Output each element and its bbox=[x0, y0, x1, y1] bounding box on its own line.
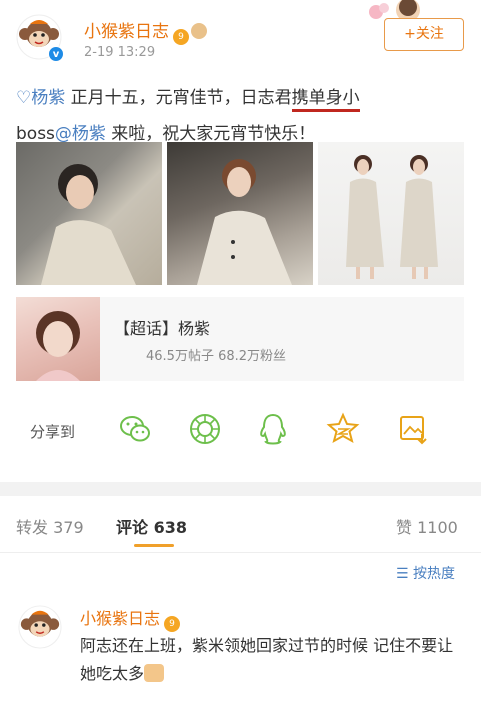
topic-thumbnail bbox=[16, 297, 100, 381]
weibo-post: v 小猴紫日志 9 2-19 13:29 +关注 ♡杨紫 正月十五，元宵佳节，日志… bbox=[0, 0, 481, 482]
tab-divider bbox=[0, 552, 481, 553]
post-timestamp: 2-19 13:29 bbox=[84, 45, 156, 60]
comment-username[interactable]: 小猴紫日志 9 bbox=[80, 605, 181, 632]
follow-button[interactable]: +关注 bbox=[384, 18, 464, 51]
moments-icon[interactable] bbox=[188, 412, 222, 446]
verified-badge-icon: v bbox=[48, 46, 64, 62]
vip-badge-icon: 9 bbox=[164, 616, 181, 632]
sort-icon: ☰ bbox=[396, 566, 409, 582]
post-photo[interactable] bbox=[16, 142, 162, 285]
topic-stats: 46.5万帖子 68.2万粉丝 bbox=[146, 349, 287, 364]
share-label: 分享到 bbox=[30, 423, 76, 441]
post-username[interactable]: 小猴紫日志 9 bbox=[84, 17, 207, 45]
fan-badge-icon bbox=[191, 23, 207, 39]
mention-link[interactable]: ♡杨紫 bbox=[16, 88, 65, 108]
save-image-icon[interactable] bbox=[396, 412, 430, 446]
super-topic-card[interactable]: 【超话】杨紫 46.5万帖子 68.2万粉丝 bbox=[16, 297, 464, 381]
avatar[interactable]: v bbox=[16, 14, 64, 62]
tab-reposts[interactable]: 转发 379 bbox=[16, 514, 84, 538]
topic-title: 【超话】杨紫 bbox=[114, 319, 211, 338]
wechat-icon[interactable] bbox=[118, 412, 152, 446]
monkey-avatar-icon bbox=[18, 605, 62, 649]
qq-icon[interactable] bbox=[256, 412, 290, 446]
comment-text: 阿志还在上班，紫米领她回家过节的时候 记住不要让她吃太多 bbox=[80, 636, 454, 683]
qzone-icon[interactable] bbox=[326, 412, 360, 446]
tab-likes[interactable]: 赞 1100 bbox=[396, 514, 458, 538]
section-divider bbox=[0, 482, 481, 496]
active-tab-indicator bbox=[134, 544, 174, 547]
sort-by-hot-button[interactable]: ☰ 按热度 bbox=[396, 563, 455, 583]
underlined-text: 携单身小 bbox=[291, 88, 360, 112]
vip-badge-icon: 9 bbox=[173, 29, 189, 45]
tab-comments[interactable]: 评论 638 bbox=[116, 514, 187, 538]
post-photo[interactable] bbox=[318, 142, 464, 285]
comment-avatar[interactable] bbox=[18, 605, 62, 649]
cat-emoji-icon bbox=[144, 664, 165, 682]
post-photo[interactable] bbox=[167, 142, 313, 285]
